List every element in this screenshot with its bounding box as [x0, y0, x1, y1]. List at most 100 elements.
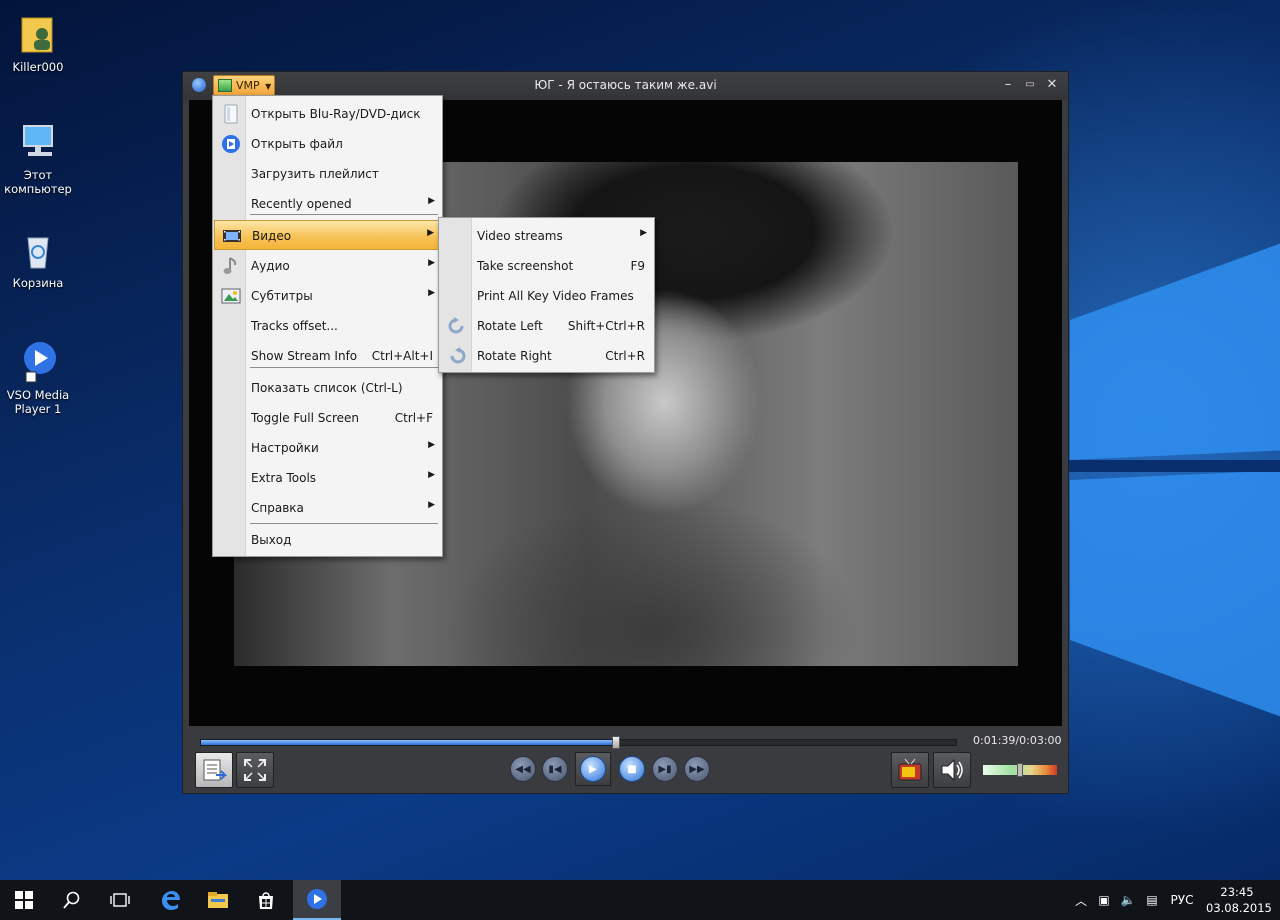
- previous-button[interactable]: ▮◀: [542, 756, 568, 782]
- taskbar-file-explorer[interactable]: [194, 880, 242, 920]
- language-indicator[interactable]: РУС: [1164, 893, 1200, 907]
- fast-forward-button[interactable]: ▶▶: [684, 756, 710, 782]
- open-file-item[interactable]: Открыть файл: [214, 129, 441, 159]
- next-button[interactable]: ▶▮: [652, 756, 678, 782]
- next-icon: ▶▮: [658, 763, 672, 775]
- play-button[interactable]: ▶: [580, 756, 606, 782]
- show-list-item[interactable]: Показать список (Ctrl-L): [214, 373, 441, 403]
- taskbar-store[interactable]: [242, 880, 290, 920]
- show-stream-info-item[interactable]: Show Stream Info Ctrl+Alt+I: [214, 341, 441, 371]
- menu-item-label: Загрузить плейлист: [251, 167, 379, 181]
- seek-handle[interactable]: [612, 736, 621, 749]
- fast-forward-icon: ▶▶: [689, 763, 705, 775]
- windows-logo-light: [1060, 243, 1280, 717]
- seek-bar[interactable]: [200, 736, 957, 749]
- task-view-button[interactable]: [96, 880, 144, 920]
- open-disc-item[interactable]: Открыть Blu-Ray/DVD-диск: [214, 99, 441, 129]
- desktop-icon-user-folder[interactable]: Killer000: [0, 12, 76, 74]
- recently-opened-item[interactable]: Recently opened ▶: [214, 189, 441, 219]
- close-icon[interactable]: ✕: [1044, 77, 1060, 93]
- mute-button[interactable]: [933, 752, 971, 788]
- desktop-icon-label: VSO Media Player 1: [6, 388, 70, 416]
- notification-icon[interactable]: ▤: [1140, 893, 1164, 907]
- submenu-arrow-icon: ▶: [428, 440, 435, 450]
- menu-item-label: Настройки: [251, 441, 319, 455]
- maximize-icon[interactable]: ▭: [1022, 77, 1038, 93]
- menu-item-label: Print All Key Video Frames: [477, 289, 634, 303]
- taskbar-clock[interactable]: 23:45 03.08.2015: [1206, 884, 1272, 916]
- clock-date: 03.08.2015: [1206, 901, 1272, 915]
- desktop-icon-vso-player[interactable]: VSO Media Player 1: [0, 340, 76, 416]
- tracks-offset-item[interactable]: Tracks offset...: [214, 311, 441, 341]
- rotate-left-item[interactable]: Rotate Left Shift+Ctrl+R: [440, 311, 653, 341]
- take-screenshot-item[interactable]: Take screenshot F9: [440, 251, 653, 281]
- menu-item-label: Аудио: [251, 259, 290, 273]
- menu-item-label: Recently opened: [251, 197, 352, 211]
- taskbar: ︿ ▣ 🔈 ▤ РУС 23:45 03.08.2015: [0, 880, 1280, 920]
- tv-button[interactable]: [891, 752, 929, 788]
- menu-item-label: Show Stream Info: [251, 349, 358, 363]
- play-icon: ▶: [589, 763, 597, 775]
- chevron-up-icon[interactable]: ︿: [1070, 892, 1092, 909]
- search-button[interactable]: [48, 880, 96, 920]
- film-icon: [222, 226, 242, 246]
- video-streams-item[interactable]: Video streams ▶: [440, 221, 653, 251]
- menu-item-label: Видео: [252, 229, 292, 243]
- menu-item-label: Показать список (Ctrl-L): [251, 381, 403, 395]
- rewind-button[interactable]: ◀◀: [510, 756, 536, 782]
- exit-item[interactable]: Выход: [214, 525, 441, 555]
- fullscreen-button[interactable]: [236, 752, 274, 788]
- minimize-icon[interactable]: –: [1000, 77, 1016, 93]
- music-note-icon: [221, 256, 241, 276]
- taskbar-edge[interactable]: [146, 880, 194, 920]
- speaker-icon: [941, 758, 963, 782]
- audio-item[interactable]: Аудио ▶: [214, 251, 441, 281]
- previous-icon: ▮◀: [548, 763, 562, 775]
- user-folder-icon: [16, 12, 60, 56]
- rotate-right-icon: [447, 346, 467, 366]
- seek-progress: [201, 740, 617, 745]
- start-button[interactable]: [0, 880, 48, 920]
- task-view-icon: [110, 893, 130, 907]
- taskbar-vso-player[interactable]: [293, 880, 341, 920]
- stop-button[interactable]: ■: [619, 756, 645, 782]
- submenu-arrow-icon: ▶: [427, 228, 434, 238]
- store-icon: [259, 892, 273, 909]
- menu-item-label: Rotate Left: [477, 319, 543, 333]
- help-item[interactable]: Справка ▶: [214, 493, 441, 523]
- menu-item-shortcut: F9: [630, 259, 645, 273]
- menu-item-label: Take screenshot: [477, 259, 574, 273]
- menu-item-shortcut: Ctrl+F: [394, 411, 433, 425]
- volume-handle[interactable]: [1017, 763, 1023, 777]
- bluray-disc-icon: [221, 104, 241, 124]
- desktop-icon-recycle-bin[interactable]: Корзина: [0, 228, 76, 290]
- submenu-arrow-icon: ▶: [428, 470, 435, 480]
- search-icon: [63, 891, 80, 909]
- rewind-icon: ◀◀: [515, 763, 531, 775]
- rotate-right-item[interactable]: Rotate Right Ctrl+R: [440, 341, 653, 371]
- menu-item-label: Открыть Blu-Ray/DVD-диск: [251, 107, 421, 121]
- submenu-arrow-icon: ▶: [428, 500, 435, 510]
- desktop-icon-this-pc[interactable]: Этот компьютер: [0, 120, 76, 196]
- edge-icon: [162, 891, 180, 910]
- vso-player-icon: [307, 889, 327, 909]
- submenu-arrow-icon: ▶: [640, 228, 647, 238]
- load-playlist-item[interactable]: Загрузить плейлист: [214, 159, 441, 189]
- submenu-arrow-icon: ▶: [428, 288, 435, 298]
- volume-icon[interactable]: 🔈: [1116, 893, 1140, 907]
- menu-item-shortcut: Ctrl+Alt+I: [371, 349, 433, 363]
- toggle-fullscreen-item[interactable]: Toggle Full Screen Ctrl+F: [214, 403, 441, 433]
- settings-item[interactable]: Настройки ▶: [214, 433, 441, 463]
- menu-item-label: Субтитры: [251, 289, 313, 303]
- subtitles-item[interactable]: Субтитры ▶: [214, 281, 441, 311]
- extra-tools-item[interactable]: Extra Tools ▶: [214, 463, 441, 493]
- network-icon[interactable]: ▣: [1092, 893, 1116, 907]
- volume-slider[interactable]: [983, 763, 1057, 777]
- print-key-frames-item[interactable]: Print All Key Video Frames: [440, 281, 653, 311]
- playlist-button[interactable]: [195, 752, 233, 788]
- video-item[interactable]: Видео ▶: [214, 220, 441, 250]
- menu-item-shortcut: Ctrl+R: [605, 349, 645, 363]
- folder-icon: [208, 892, 228, 908]
- open-file-icon: [221, 134, 241, 154]
- menu-item-label: Выход: [251, 533, 292, 547]
